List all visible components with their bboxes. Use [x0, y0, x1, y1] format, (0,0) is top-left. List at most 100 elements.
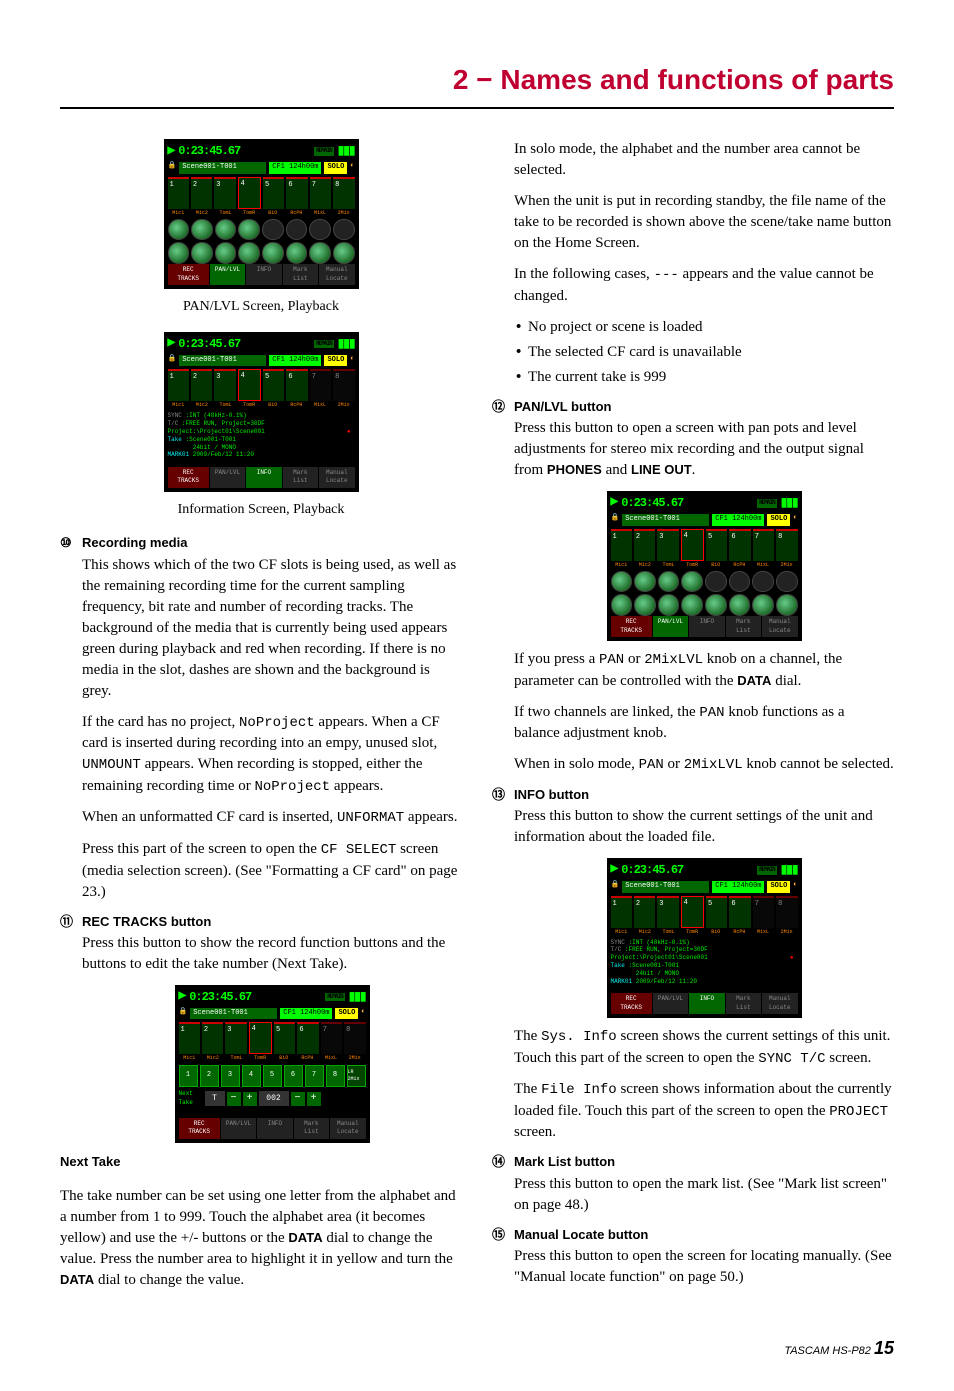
bullet-list: No project or scene is loaded The select… [514, 317, 894, 388]
para: Press this button to open a screen with … [514, 418, 894, 481]
caption-info: Information Screen, Playback [60, 500, 462, 520]
lock-icon: 🔒 [611, 514, 620, 526]
item-12-heading: ⑫ PAN/LVL button [492, 398, 894, 416]
channel-meters [611, 896, 798, 928]
dial-icon: ◐ [793, 514, 797, 526]
play-icon: ▶ [168, 337, 175, 351]
item-10-body: This shows which of the two CF slots is … [60, 555, 462, 903]
play-icon: ▶ [179, 990, 186, 1004]
battery-icon: ▮▮▮ [338, 143, 355, 160]
para: If the card has no project, NoProject ap… [82, 712, 462, 798]
solo-badge: SOLO [324, 355, 347, 367]
remain-badge: REMAIN [314, 340, 334, 348]
item-13-body: Press this button to show the current se… [492, 806, 894, 1143]
caption-panlvl: PAN/LVL Screen, Playback [60, 297, 462, 317]
time-counter: 0:23:45.67 [189, 989, 321, 1006]
item-10-heading: ⑩ Recording media [60, 534, 462, 552]
left-column: ▶ 0:23:45.67 REMAIN ▮▮▮ 🔒 Scene001-T001 … [60, 139, 462, 1306]
para: This shows which of the two CF slots is … [82, 555, 462, 702]
bottom-tabs: REC TRACKS PAN/LVL INFO Mark List Manual… [611, 616, 798, 637]
time-counter: 0:23:45.67 [621, 495, 753, 512]
battery-icon: ▮▮▮ [781, 862, 798, 879]
scene-name: Scene001-T001 [179, 162, 266, 174]
lvl-knobs [168, 242, 355, 264]
next-take-row: Next Take T −+ 002 −+ [179, 1090, 366, 1107]
channel-names: Mic1Mic2TomLTomR BiORcPHMixL2Mix [179, 1055, 366, 1062]
right-column: In solo mode, the alphabet and the numbe… [492, 139, 894, 1306]
pan-knobs [611, 571, 798, 593]
scene-name: Scene001-T001 [179, 355, 266, 367]
para: The take number can be set using one let… [60, 1186, 462, 1291]
time-counter: 0:23:45.67 [178, 336, 310, 353]
bottom-tabs: REC TRACKS PAN/LVL INFO Mark List Manual… [611, 993, 798, 1014]
chapter-title: 2 − Names and functions of parts [60, 60, 894, 109]
channel-names: Mic1Mic2TomLTomR BiORcPHMixL2Mix [611, 562, 798, 569]
time-counter: 0:23:45.67 [621, 862, 753, 879]
page-footer: TASCAM HS-P82 15 [60, 1336, 894, 1361]
channel-meters [179, 1022, 366, 1054]
play-icon: ▶ [611, 863, 618, 877]
cf-badge: CF1 124h00m [712, 881, 764, 893]
item-13-heading: ⑬ INFO button [492, 786, 894, 804]
para: The File Info screen shows information a… [514, 1079, 894, 1143]
item-12-body: Press this button to open a screen with … [492, 418, 894, 776]
para: Press this button to show the current se… [514, 806, 894, 848]
solo-badge: SOLO [335, 1008, 358, 1020]
list-item: The current take is 999 [514, 367, 894, 388]
cf-badge: CF1 124h00m [712, 514, 764, 526]
remain-badge: REMAIN [314, 147, 334, 155]
channel-meters [168, 177, 355, 209]
list-item: The selected CF card is unavailable [514, 342, 894, 363]
continuation-body: In solo mode, the alphabet and the numbe… [492, 139, 894, 388]
dial-icon: ◐ [350, 355, 354, 367]
remain-badge: REMAIN [757, 866, 777, 874]
para: Press this button to show the record fun… [82, 933, 462, 975]
screenshot-rec-tracks: ▶ 0:23:45.67 REMAIN ▮▮▮ 🔒 Scene001-T001 … [175, 985, 370, 1143]
cf-badge: CF1 124h00m [269, 162, 321, 174]
item-11-heading: ⑪ REC TRACKS button [60, 913, 462, 931]
channel-meters [168, 369, 355, 401]
lock-icon: 🔒 [179, 1008, 188, 1020]
screenshot-info-playback: ▶ 0:23:45.67 REMAIN ▮▮▮ 🔒 Scene001-T001 … [164, 332, 359, 492]
remain-badge: REMAIN [757, 499, 777, 507]
channel-names: Mic1Mic2TomLTomR BiORcPHMixL2Mix [168, 402, 355, 409]
para: When the unit is put in recording standb… [514, 191, 894, 254]
para: Press this part of the screen to open th… [82, 839, 462, 903]
lock-icon: 🔒 [168, 162, 177, 174]
time-counter: 0:23:45.67 [178, 143, 310, 160]
item-15-body: Press this button to open the screen for… [492, 1246, 894, 1288]
solo-badge: SOLO [767, 514, 790, 526]
para: In the following cases, --- appears and … [514, 264, 894, 307]
solo-badge: SOLO [324, 162, 347, 174]
para: If two channels are linked, the PAN knob… [514, 702, 894, 745]
para: In solo mode, the alphabet and the numbe… [514, 139, 894, 181]
next-take-heading: Next Take [60, 1153, 462, 1171]
solo-badge: SOLO [767, 881, 790, 893]
pan-knobs [168, 219, 355, 241]
play-icon: ▶ [611, 496, 618, 510]
lock-icon: 🔒 [611, 881, 620, 893]
lvl-knobs [611, 594, 798, 616]
list-item: No project or scene is loaded [514, 317, 894, 338]
screenshot-panlvl-item12: ▶ 0:23:45.67 REMAIN ▮▮▮ 🔒 Scene001-T001 … [607, 491, 802, 641]
bottom-tabs: REC TRACKS PAN/LVL INFO Mark List Manual… [168, 264, 355, 285]
page: 2 − Names and functions of parts ▶ 0:23:… [0, 0, 954, 1391]
bottom-tabs: REC TRACKS PAN/LVL INFO Mark List Manual… [179, 1118, 366, 1139]
battery-icon: ▮▮▮ [338, 336, 355, 353]
cf-badge: CF1 124h00m [269, 355, 321, 367]
item-15-heading: ⑮ Manual Locate button [492, 1226, 894, 1244]
bottom-tabs: REC TRACKS PAN/LVL INFO Mark List Manual… [168, 467, 355, 488]
cf-badge: CF1 124h00m [280, 1008, 332, 1020]
para: When an unformatted CF card is inserted,… [82, 807, 462, 829]
channel-names: Mic1Mic2TomLTomR BiORcPHMixL2Mix [168, 210, 355, 217]
para: Press this button to open the screen for… [514, 1246, 894, 1288]
para: When in solo mode, PAN or 2MixLVL knob c… [514, 754, 894, 776]
battery-icon: ▮▮▮ [781, 495, 798, 512]
page-number: 15 [874, 1338, 894, 1358]
scene-name: Scene001-T001 [622, 881, 709, 893]
dial-icon: ◐ [361, 1008, 365, 1020]
dial-icon: ◐ [350, 162, 354, 174]
product-name: TASCAM HS-P82 [784, 1345, 871, 1357]
scene-name: Scene001-T001 [622, 514, 709, 526]
info-rows: SYNC :INT (48kHz-0.1%) T/C :FREE RUN, Pr… [611, 939, 798, 986]
